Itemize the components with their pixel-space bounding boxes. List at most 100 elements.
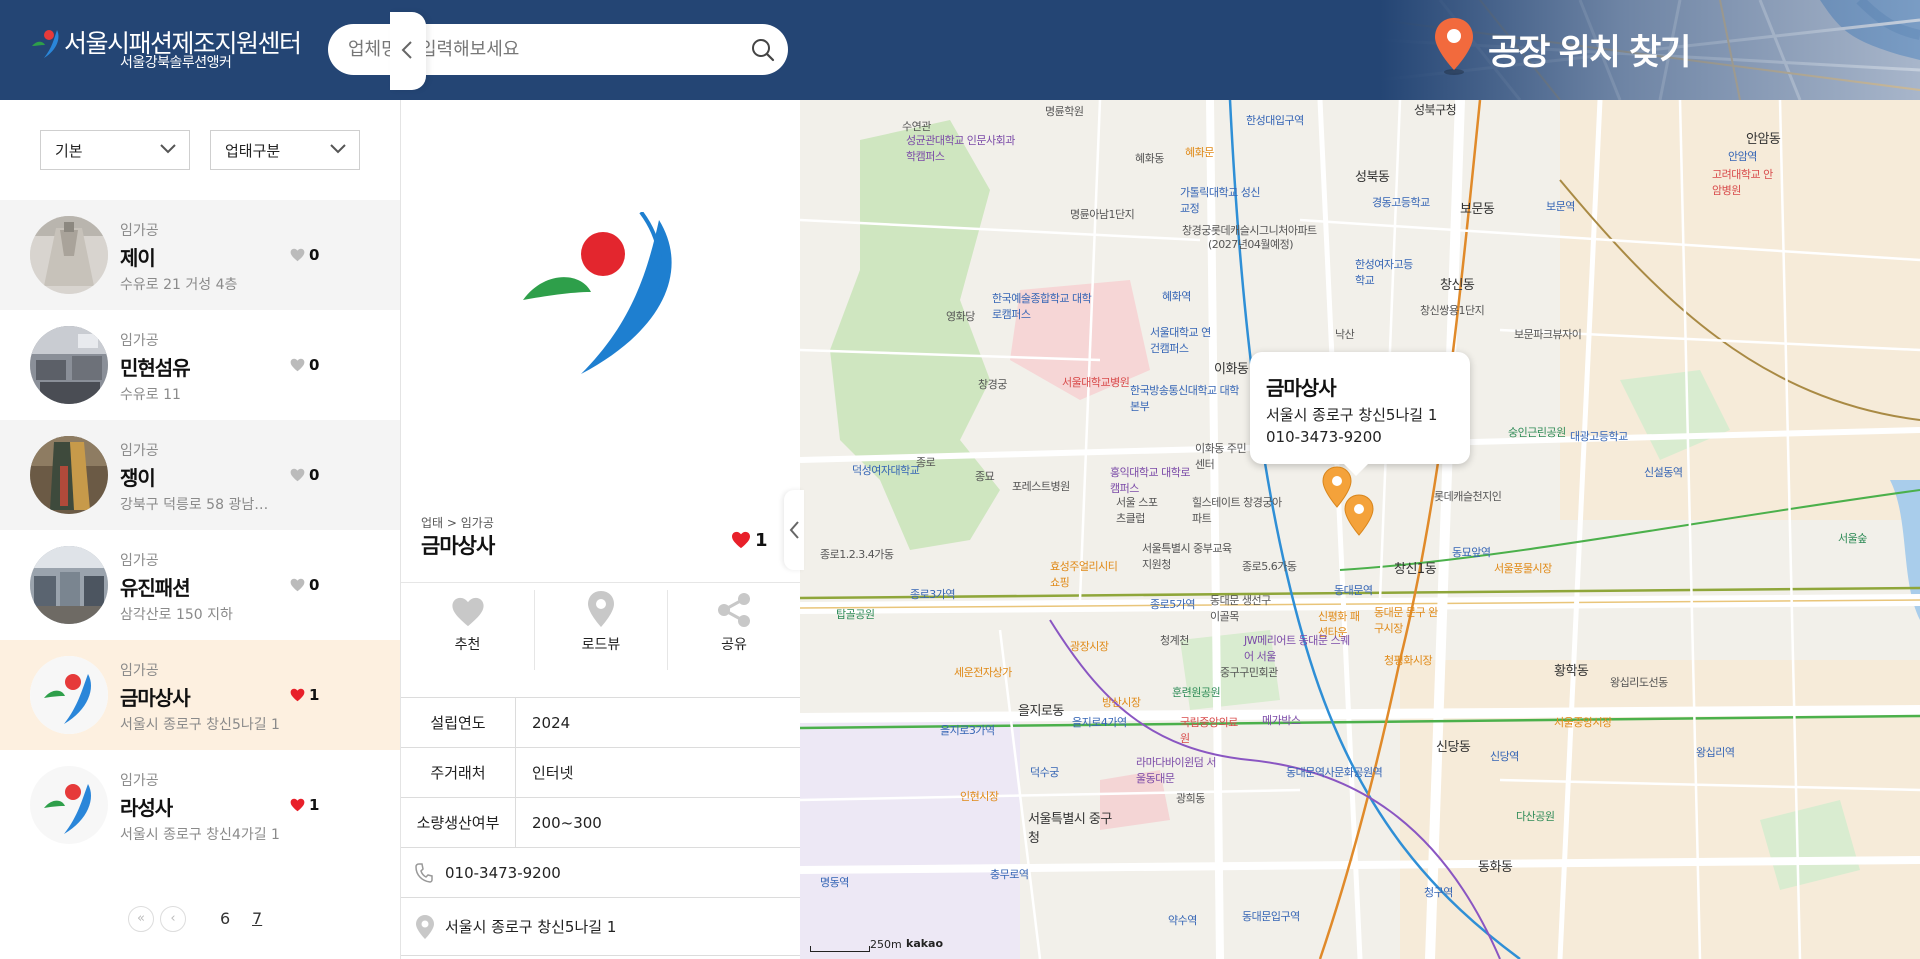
- map-label: 동대문역: [1334, 584, 1373, 597]
- company-info-table: 설립연도 2024 주거래처 인터넷 소량생산여부 200~300 010-34…: [401, 697, 800, 956]
- list-item-name: 금마상사: [120, 686, 191, 710]
- list-item-address: 서울시 종로구 창신4가길 1: [120, 827, 280, 843]
- map-label: 안암역: [1728, 150, 1757, 163]
- heart-outline-icon: [290, 468, 305, 482]
- info-value: 2024: [532, 714, 571, 732]
- map-label: 종로1.2.3.4가동: [820, 548, 894, 561]
- info-row: 소량생산여부 200~300: [401, 798, 800, 848]
- map-label: 보문동: [1460, 202, 1495, 217]
- first-page-button[interactable]: «: [128, 906, 154, 932]
- map-label: 서울특별시 중부교육지원청: [1142, 542, 1232, 571]
- list-item-name: 유진패션: [120, 576, 191, 600]
- map-label: 보문역: [1546, 200, 1575, 213]
- scale-label: 250m: [870, 938, 902, 951]
- map-label: 숭인근린공원: [1508, 426, 1566, 439]
- thumbnail-logo: [30, 656, 108, 734]
- company-list: 임가공 제이 수유로 21 거성 4층 0 임가공 민현섬유 수유로 11 0: [0, 200, 400, 860]
- list-item[interactable]: 임가공 유진패션 삼각산로 150 지하 0: [0, 530, 400, 640]
- list-item[interactable]: 임가공 민현섬유 수유로 11 0: [0, 310, 400, 420]
- map-label: 광장시장: [1070, 640, 1109, 653]
- collapse-list-button[interactable]: [390, 12, 426, 90]
- map-label: (2027년04월예정): [1208, 238, 1294, 251]
- map-marker-icon[interactable]: [1344, 494, 1374, 536]
- map-label: 방산시장: [1102, 696, 1141, 709]
- map-label: 라마다바이윈덤 서울동대문: [1136, 756, 1216, 785]
- collapse-detail-button[interactable]: [784, 490, 804, 570]
- list-item[interactable]: 임가공 제이 수유로 21 거성 4층 0: [0, 200, 400, 310]
- list-item-category: 임가공: [120, 773, 159, 789]
- map-label: 종묘: [975, 470, 995, 483]
- map-label: 서울특별시 중구청: [1028, 812, 1112, 846]
- site-logo[interactable]: 서울시패션제조지원센터 서울강북솔루션앵커: [30, 24, 302, 76]
- map-label: 왕십리역: [1696, 746, 1735, 759]
- map-label: 혜화역: [1162, 290, 1191, 303]
- map-label: 종로5가역: [1150, 598, 1195, 611]
- map-label: 을지로동: [1018, 704, 1064, 719]
- map-label: 포레스트병원: [1012, 480, 1070, 493]
- list-item[interactable]: 임가공 라성사 서울시 종로구 창신4가길 1 1: [0, 750, 400, 860]
- like-count[interactable]: 0: [290, 246, 319, 264]
- page-link[interactable]: 6: [220, 909, 230, 928]
- share-button[interactable]: 공유: [667, 590, 800, 670]
- map-label: 낙산: [1335, 328, 1355, 341]
- like-count-value: 1: [755, 530, 768, 551]
- info-label: 소량생산여부: [401, 798, 516, 848]
- list-item-category: 임가공: [120, 223, 159, 239]
- page-link-current[interactable]: 7: [252, 909, 262, 928]
- map-label: 성북동: [1355, 170, 1390, 185]
- list-item[interactable]: 임가공 쟁이 강북구 덕릉로 58 광남빌딩 4층 0: [0, 420, 400, 530]
- list-item-name: 쟁이: [120, 466, 156, 490]
- list-item-address: 수유로 11: [120, 387, 181, 403]
- map-label: 왕십리도선동: [1610, 676, 1668, 689]
- like-count[interactable]: 1: [290, 686, 319, 704]
- map-label: 종로3가역: [910, 588, 955, 601]
- phone-icon: [415, 863, 433, 883]
- like-count[interactable]: 0: [290, 466, 319, 484]
- location-pin-icon: [588, 591, 614, 627]
- map-label: 서울 스포츠클럽: [1116, 496, 1158, 525]
- map-label: 신당동: [1436, 740, 1471, 755]
- prev-page-button[interactable]: ‹: [160, 906, 186, 932]
- heart-filled-icon: [732, 531, 750, 549]
- like-count[interactable]: 0: [290, 576, 319, 594]
- roadview-button[interactable]: 로드뷰: [534, 590, 667, 670]
- map-label: JW메리어트 동대문 스퀘어 서울: [1244, 634, 1350, 663]
- info-value: 인터넷: [532, 764, 574, 782]
- popup-address: 서울시 종로구 창신5나길 1: [1266, 406, 1438, 424]
- map-label: 동화동: [1478, 860, 1513, 875]
- map-label: 인현시장: [960, 790, 999, 803]
- category-dropdown[interactable]: 업태구분: [210, 130, 360, 170]
- map-label: 세운전자상가: [954, 666, 1012, 679]
- heart-filled-icon: [290, 798, 305, 812]
- map-label: 신당역: [1490, 750, 1519, 763]
- recommend-button[interactable]: 추천: [401, 590, 534, 670]
- like-count[interactable]: 1: [731, 528, 768, 551]
- map-label: 성균관대학교 인문사회과학캠퍼스: [906, 134, 1015, 163]
- heart-outline-icon: [290, 248, 305, 262]
- list-item-selected[interactable]: 임가공 금마상사 서울시 종로구 창신5나길 1 1: [0, 640, 400, 750]
- map-label: 홍익대학교 대학로캠퍼스: [1110, 466, 1190, 495]
- map-label: 명동역: [820, 876, 849, 889]
- like-count[interactable]: 1: [290, 796, 319, 814]
- map-label: 을지로4가역: [1072, 716, 1127, 729]
- phone-number[interactable]: 010-3473-9200: [445, 848, 561, 898]
- like-count-value: 0: [309, 356, 320, 374]
- search-icon[interactable]: [750, 37, 776, 63]
- sort-dropdown[interactable]: 기본: [40, 130, 190, 170]
- heart-icon: [451, 597, 484, 627]
- map-label: 이화동 주민센터: [1195, 442, 1247, 471]
- map-info-window[interactable]: 금마상사 서울시 종로구 창신5나길 1 010-3473-9200: [1250, 352, 1470, 476]
- like-count[interactable]: 0: [290, 356, 319, 374]
- map-label: 훈련원공원: [1172, 686, 1221, 699]
- recommend-label: 추천: [454, 637, 481, 653]
- map-label: 대광고등학교: [1570, 430, 1628, 443]
- map-label: 힐스테이트 창경궁아파트: [1192, 496, 1282, 525]
- map-label: 탑골공원: [836, 608, 875, 621]
- thumbnail-scarf: [30, 436, 108, 514]
- map-label: 창경궁: [978, 378, 1007, 391]
- info-label: 주거래처: [401, 748, 516, 798]
- map-label: 덕성여자대학교: [852, 464, 920, 477]
- divider: [401, 582, 800, 583]
- like-count-value: 0: [309, 576, 320, 594]
- category-dropdown-value: 업태구분: [225, 142, 281, 160]
